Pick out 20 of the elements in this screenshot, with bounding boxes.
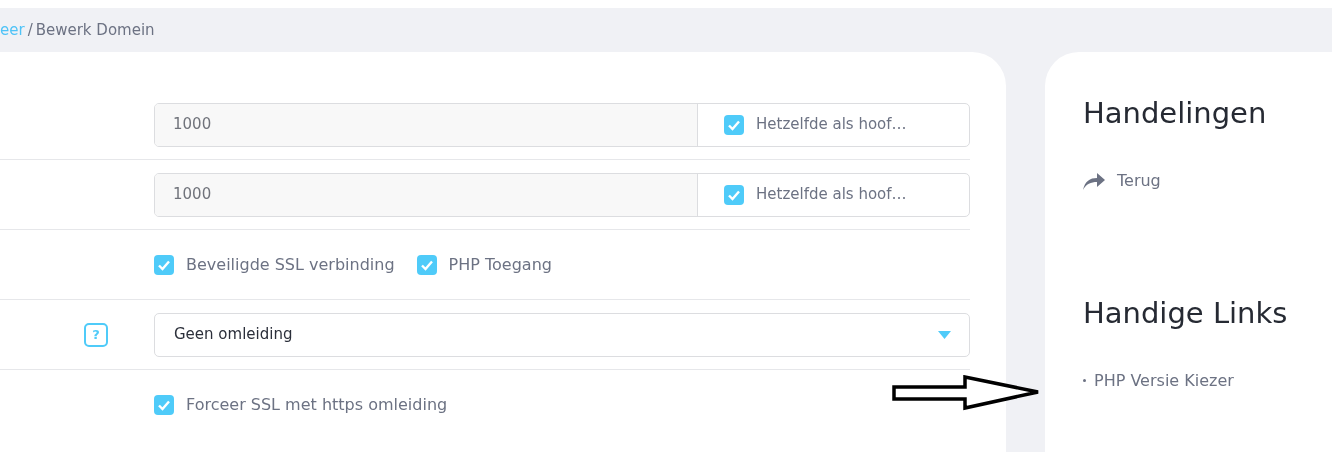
back-link[interactable]: Terug — [1083, 168, 1161, 193]
checkbox[interactable] — [154, 395, 174, 415]
share-arrow-icon — [1083, 171, 1105, 190]
breadcrumb-current: Bewerk Domein — [35, 19, 155, 41]
checkbox-label: Forceer SSL met https omleiding — [186, 394, 448, 416]
breadcrumb-separator: / — [27, 19, 33, 41]
section-heading: Handige Links — [1083, 296, 1289, 331]
dropdown-caret-icon — [938, 330, 951, 339]
section-heading: Handelingen — [1083, 96, 1268, 131]
checkbox[interactable] — [724, 184, 744, 205]
checkbox-label: Hetzelfde als hoof… — [756, 184, 907, 206]
redirect-select[interactable]: Geen omleiding — [154, 312, 970, 357]
checkbox[interactable] — [154, 254, 174, 275]
checkbox[interactable] — [416, 254, 437, 275]
checkbox-label: PHP Toegang — [448, 253, 552, 276]
checkbox-label: Beveiligde SSL verbinding — [186, 253, 395, 276]
bullet-dot — [1083, 379, 1086, 383]
checkbox-label: Hetzelfde als hoof… — [756, 114, 907, 136]
checkbox[interactable] — [724, 114, 744, 135]
useful-link[interactable]: PHP Versie Kiezer — [1094, 368, 1234, 393]
